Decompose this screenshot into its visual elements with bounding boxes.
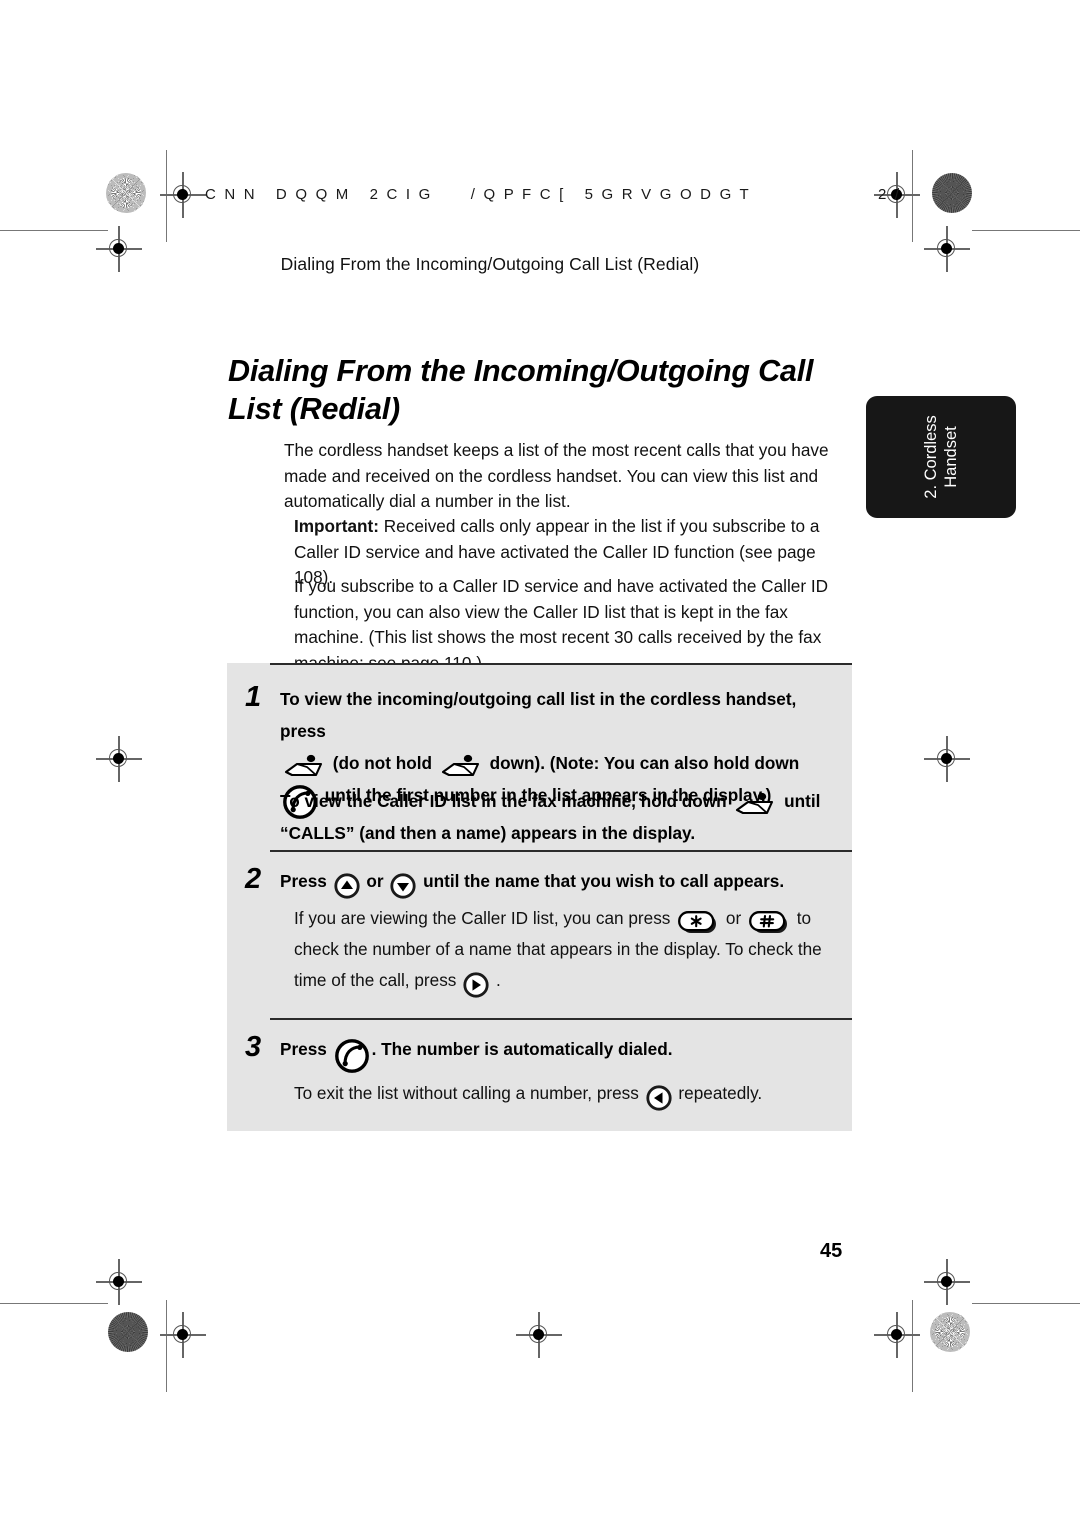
registration-target — [516, 1312, 562, 1358]
arrow-left-key-icon[interactable] — [646, 1085, 672, 1111]
panel-divider — [270, 663, 852, 665]
section-tab-label: 2. Cordless Handset — [921, 415, 961, 498]
registration-target — [96, 736, 142, 782]
step-2-text-a: Press — [280, 871, 332, 891]
arrow-down-key-icon[interactable] — [390, 873, 416, 899]
callerid-note-paragraph: If you subscribe to a Caller ID service … — [294, 576, 829, 673]
intro-paragraph: The cordless handset keeps a list of the… — [284, 440, 829, 512]
registration-target — [924, 226, 970, 272]
arrow-right-key-icon[interactable] — [463, 972, 489, 998]
step-1-body-part2: To view the Caller ID list in the fax ma… — [280, 785, 840, 849]
step-2-text-c: until the name that you wish to call app… — [418, 871, 785, 891]
density-control-patch — [106, 173, 146, 213]
step-3-head: Press . The number is automatically dial… — [280, 1033, 850, 1073]
density-control-patch — [930, 1312, 970, 1352]
step-2-head: Press or until the name that you wish to… — [280, 865, 850, 899]
step-3-text-b: . The number is automatically dialed. — [371, 1039, 673, 1059]
trim-line — [0, 230, 108, 232]
section-tab-cordless-handset: 2. Cordless Handset — [866, 396, 1016, 518]
step-3-text-a: Press — [280, 1039, 332, 1059]
step-number: 1 — [245, 681, 262, 713]
procedure-panel: 1 To view the incoming/outgoing call lis… — [227, 663, 852, 1131]
panel-divider — [270, 1018, 852, 1020]
step-1-text-c: down). (Note: You can also hold down — [484, 753, 800, 773]
section-tab-line1: 2. Cordless — [922, 415, 940, 499]
panel-divider — [270, 850, 852, 852]
registration-target — [924, 1259, 970, 1305]
step-2-note-text-b: or — [721, 908, 746, 928]
redial-key-icon[interactable] — [440, 754, 482, 780]
page-number: 45 — [820, 1240, 843, 1262]
trim-line — [972, 1303, 1080, 1305]
step-3-note-text-a: To exit the list without calling a numbe… — [294, 1083, 644, 1103]
step-number: 3 — [245, 1031, 262, 1063]
step-1-text-a: To view the incoming/outgoing call list … — [280, 689, 797, 741]
step-2-note-text-a: If you are viewing the Caller ID list, y… — [294, 908, 676, 928]
registration-target — [160, 1312, 206, 1358]
registration-target — [874, 1312, 920, 1358]
plate-code-text: C N N D Q Q M 2 C I G / Q P F C [ 5 G R … — [205, 186, 902, 203]
arrow-up-key-icon[interactable] — [334, 873, 360, 899]
step-1-part2-text-a: To view the Caller ID list in the fax ma… — [280, 791, 732, 811]
page-title: Dialing From the Incoming/Outgoing Call … — [228, 354, 814, 427]
section-tab-line2: Handset — [942, 426, 960, 488]
trim-line — [0, 1303, 108, 1305]
redial-key-icon[interactable] — [734, 792, 776, 818]
running-header: Dialing From the Incoming/Outgoing Call … — [280, 254, 700, 274]
redial-key-icon[interactable] — [283, 754, 325, 780]
star-key-icon[interactable] — [677, 910, 719, 936]
registration-target — [96, 1259, 142, 1305]
density-control-patch — [108, 1312, 148, 1352]
trim-line — [972, 230, 1080, 232]
hash-key-icon[interactable] — [748, 910, 790, 936]
step-2-text-b: or — [361, 871, 389, 891]
talk-key-icon[interactable] — [334, 1039, 369, 1073]
step-3-note-text-b: repeatedly. — [673, 1083, 763, 1103]
step-number: 2 — [245, 863, 262, 895]
registration-target — [160, 172, 206, 218]
density-control-patch — [932, 173, 972, 213]
step-2-note: If you are viewing the Caller ID list, y… — [294, 903, 856, 998]
registration-target — [924, 736, 970, 782]
important-label: Important: — [294, 516, 379, 537]
step-3-note: To exit the list without calling a numbe… — [294, 1078, 856, 1111]
step-2-note-text-d: . — [491, 970, 501, 990]
step-1-text-b: (do not hold — [328, 753, 437, 773]
